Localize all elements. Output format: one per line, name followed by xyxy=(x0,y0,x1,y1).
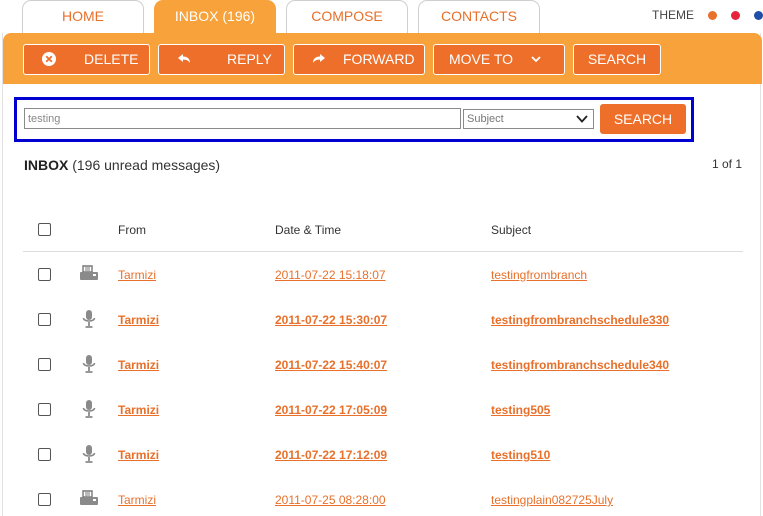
move-to-dropdown[interactable]: MOVE TO xyxy=(433,44,565,75)
forward-arrow-icon xyxy=(313,54,325,63)
message-date-link[interactable]: 2011-07-22 15:18:07 xyxy=(275,268,386,282)
search-field-selected: Subject xyxy=(467,113,504,125)
microphone-icon xyxy=(82,355,96,373)
fax-icon xyxy=(80,265,98,280)
chevron-down-icon xyxy=(576,115,588,123)
table-row[interactable]: Tarmizi 2011-07-25 08:28:00 testingplain08… xyxy=(23,477,743,516)
search-input[interactable] xyxy=(24,108,461,129)
forward-label: FORWARD xyxy=(343,51,415,67)
toolbar-search-button[interactable]: SEARCH xyxy=(573,44,661,75)
reply-button[interactable]: REPLY xyxy=(158,44,285,75)
row-checkbox[interactable] xyxy=(38,403,51,416)
chevron-down-icon xyxy=(531,56,541,63)
message-date-link[interactable]: 2011-07-25 08:28:00 xyxy=(275,493,386,507)
toolbar: DELETE REPLY FORWARD MOVE TO SEARCH xyxy=(3,33,762,84)
column-from: From xyxy=(118,223,146,237)
row-checkbox[interactable] xyxy=(38,448,51,461)
fax-icon xyxy=(80,490,98,505)
message-subject-link[interactable]: testing505 xyxy=(491,403,550,417)
tab-contacts[interactable]: CONTACTS xyxy=(418,0,540,34)
select-all-checkbox[interactable] xyxy=(38,223,51,236)
row-checkbox[interactable] xyxy=(38,313,51,326)
table-row[interactable]: Tarmizi 2011-07-22 15:40:07 testingfrombra… xyxy=(23,342,743,387)
theme-blue-dot[interactable] xyxy=(754,10,763,20)
mail-panel: DELETE REPLY FORWARD MOVE TO SEARCH test… xyxy=(2,33,762,516)
message-subject-link[interactable]: testingfrombranchschedule330 xyxy=(491,313,669,327)
forward-button[interactable]: FORWARD xyxy=(293,44,425,75)
column-date: Date & Time xyxy=(275,223,342,237)
table-row[interactable]: Tarmizi 2011-07-22 17:05:09 testing505 xyxy=(23,387,743,432)
message-from-link[interactable]: Tarmizi xyxy=(118,448,159,462)
search-field-select[interactable]: Subject xyxy=(463,109,594,129)
theme-orange-dot[interactable] xyxy=(708,10,717,20)
theme-label: THEME xyxy=(652,8,694,22)
reply-arrow-icon xyxy=(178,54,190,63)
message-from-link[interactable]: Tarmizi xyxy=(118,313,159,327)
reply-label: REPLY xyxy=(227,51,272,67)
inbox-heading: INBOX (196 unread messages) xyxy=(24,157,220,173)
tab-home[interactable]: HOME xyxy=(22,0,144,34)
unread-count: (196 unread messages) xyxy=(72,157,221,173)
microphone-icon xyxy=(82,445,96,463)
theme-picker: THEME xyxy=(652,7,763,23)
row-checkbox[interactable] xyxy=(38,358,51,371)
delete-icon xyxy=(42,52,56,66)
message-subject-link[interactable]: testing510 xyxy=(491,448,550,462)
move-to-label: MOVE TO xyxy=(449,51,514,67)
theme-red-dot[interactable] xyxy=(731,10,740,20)
delete-button[interactable]: DELETE xyxy=(23,44,150,75)
message-from-link[interactable]: Tarmizi xyxy=(118,403,159,417)
column-subject: Subject xyxy=(491,223,532,237)
search-bar: Subject SEARCH xyxy=(14,97,694,142)
table-row[interactable]: Tarmizi 2011-07-22 15:18:07 testingfrombra… xyxy=(23,252,743,297)
tab-inbox[interactable]: INBOX (196) xyxy=(154,0,276,34)
tab-compose[interactable]: COMPOSE xyxy=(286,0,408,34)
message-date-link[interactable]: 2011-07-22 15:40:07 xyxy=(275,358,387,372)
table-row[interactable]: Tarmizi 2011-07-22 15:30:07 testingfrombra… xyxy=(23,297,743,342)
message-from-link[interactable]: Tarmizi xyxy=(118,493,156,507)
row-checkbox[interactable] xyxy=(38,268,51,281)
inbox-title: INBOX xyxy=(24,157,69,173)
message-subject-link[interactable]: testingfrombranch xyxy=(491,268,587,282)
mail-app: HOME INBOX (196) COMPOSE CONTACTS THEME … xyxy=(0,0,763,516)
table-header: From Date & Time Subject xyxy=(23,219,743,252)
microphone-icon xyxy=(82,400,96,418)
search-submit-button[interactable]: SEARCH xyxy=(600,104,686,134)
message-subject-link[interactable]: testingplain082725July xyxy=(491,493,613,507)
message-from-link[interactable]: Tarmizi xyxy=(118,358,159,372)
nav-tabs: HOME INBOX (196) COMPOSE CONTACTS THEME xyxy=(0,0,763,34)
delete-label: DELETE xyxy=(84,51,139,67)
message-date-link[interactable]: 2011-07-22 15:30:07 xyxy=(275,313,387,327)
microphone-icon xyxy=(82,310,96,328)
page-indicator: 1 of 1 xyxy=(711,157,742,171)
message-from-link[interactable]: Tarmizi xyxy=(118,268,156,282)
message-date-link[interactable]: 2011-07-22 17:05:09 xyxy=(275,403,387,417)
row-checkbox[interactable] xyxy=(38,493,51,506)
table-row[interactable]: Tarmizi 2011-07-22 17:12:09 testing510 xyxy=(23,432,743,477)
message-subject-link[interactable]: testingfrombranchschedule340 xyxy=(491,358,669,372)
message-date-link[interactable]: 2011-07-22 17:12:09 xyxy=(275,448,387,462)
